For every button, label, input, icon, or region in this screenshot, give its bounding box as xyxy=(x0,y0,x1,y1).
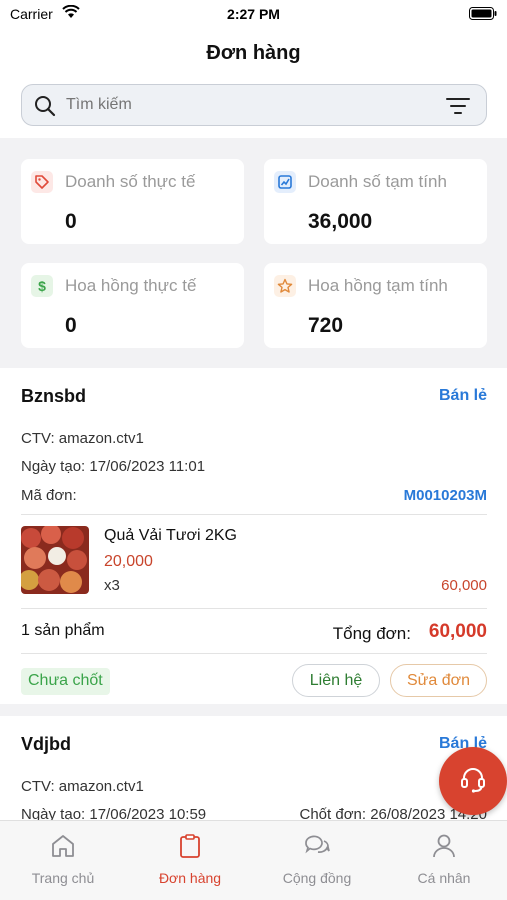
order-total-label: Tổng đơn: xyxy=(332,624,411,643)
divider xyxy=(21,653,487,654)
dollar-icon: $ xyxy=(31,275,53,297)
tab-home[interactable]: Trang chủ xyxy=(0,821,126,900)
order-card[interactable]: Vdjbd Bán lẻ CTV: amazon.ctv1 Ngày tạo: … xyxy=(0,716,507,820)
tab-orders[interactable]: Đơn hàng xyxy=(127,821,253,900)
filter-icon[interactable] xyxy=(446,97,470,120)
stat-value: 36,000 xyxy=(308,210,373,233)
ctv-label: CTV: amazon.ctv1 xyxy=(21,778,144,795)
product-count: 1 sản phẩm xyxy=(21,622,105,639)
created-date: Ngày tạo: 17/06/2023 11:01 xyxy=(21,458,206,475)
product-subtotal: 60,000 xyxy=(441,577,487,594)
stat-card-actual-sales[interactable]: Doanh số thực tế 0 xyxy=(21,159,244,244)
tab-label: Đơn hàng xyxy=(158,870,222,886)
stat-value: 0 xyxy=(65,314,77,337)
tab-label: Cộng đồng xyxy=(282,870,352,886)
clipboard-icon xyxy=(177,833,203,864)
header: Đơn hàng xyxy=(0,30,507,138)
tab-label: Cá nhân xyxy=(417,870,471,886)
svg-text:$: $ xyxy=(38,278,46,294)
customer-name: Vdjbd xyxy=(21,734,71,754)
chat-icon xyxy=(303,833,331,864)
tag-icon xyxy=(31,171,53,193)
headset-icon xyxy=(458,764,488,799)
order-type-link[interactable]: Bán lẻ xyxy=(439,387,487,405)
product-price: 20,000 xyxy=(104,553,153,570)
chart-icon xyxy=(274,171,296,193)
stat-label: Hoa hồng tạm tính xyxy=(308,276,448,295)
divider xyxy=(21,608,487,609)
tab-label: Trang chủ xyxy=(31,870,95,886)
page-title: Đơn hàng xyxy=(206,42,301,64)
status-badge: Chưa chốt xyxy=(21,668,110,695)
product-image xyxy=(21,526,89,594)
ctv-label: CTV: amazon.ctv1 xyxy=(21,430,144,447)
search-bar[interactable] xyxy=(21,84,487,126)
stat-card-estimated-sales[interactable]: Doanh số tạm tính 36,000 xyxy=(264,159,487,244)
customer-name: Bznsbd xyxy=(21,386,86,406)
stat-value: 0 xyxy=(65,210,77,233)
star-icon xyxy=(274,275,296,297)
home-icon xyxy=(50,833,76,864)
status-bar: Carrier 2:27 PM xyxy=(0,0,507,30)
battery-icon xyxy=(469,7,497,23)
stat-label: Doanh số thực tế xyxy=(65,172,196,191)
tab-community[interactable]: Cộng đồng xyxy=(254,821,380,900)
stats-section: Doanh số thực tế 0 Doanh số tạm tính 36,… xyxy=(0,138,507,368)
created-date: Ngày tạo: 17/06/2023 10:59 xyxy=(21,806,207,820)
edit-order-button[interactable]: Sửa đơn xyxy=(390,664,487,697)
tab-profile[interactable]: Cá nhân xyxy=(381,821,507,900)
order-card[interactable]: Bznsbd Bán lẻ CTV: amazon.ctv1 Ngày tạo:… xyxy=(0,368,507,704)
tab-bar: Trang chủ Đơn hàng Cộng đồng Cá nhân xyxy=(0,820,507,900)
support-button[interactable] xyxy=(439,747,507,815)
divider xyxy=(21,514,487,515)
stat-card-estimated-commission[interactable]: Hoa hồng tạm tính 720 xyxy=(264,263,487,348)
search-icon xyxy=(34,95,56,122)
product-name: Quả Vải Tươi 2KG xyxy=(104,527,237,544)
stat-value: 720 xyxy=(308,314,344,337)
clock: 2:27 PM xyxy=(227,6,280,22)
contact-button[interactable]: Liên hệ xyxy=(292,664,380,697)
user-icon xyxy=(431,833,457,864)
stat-label: Hoa hồng thực tế xyxy=(65,276,197,295)
order-code-label: Mã đơn: xyxy=(21,487,77,504)
order-total: 60,000 xyxy=(428,621,487,642)
search-input[interactable] xyxy=(66,96,273,114)
product-quantity: x3 xyxy=(104,577,120,594)
stat-card-actual-commission[interactable]: $ Hoa hồng thực tế 0 xyxy=(21,263,244,348)
stat-label: Doanh số tạm tính xyxy=(308,172,447,191)
order-code[interactable]: M0010203M xyxy=(404,487,487,504)
